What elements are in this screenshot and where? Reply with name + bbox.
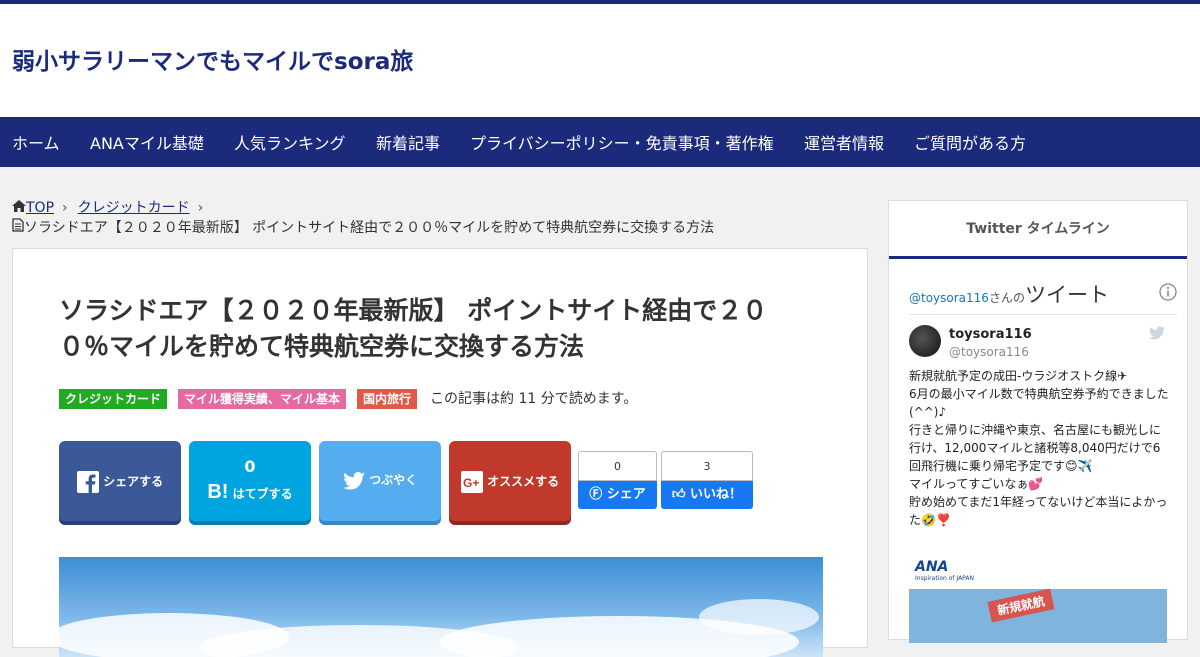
twitter-san-label: さんの — [988, 291, 1025, 305]
fb-like-widget[interactable]: 3 👍︎ いいね！ — [661, 451, 753, 509]
hatena-bookmark-button[interactable]: 0 B! はてブする — [189, 441, 311, 521]
twitter-label: つぶやく — [369, 473, 418, 487]
nav-new-articles[interactable]: 新着記事 — [376, 117, 440, 167]
tag-mile-results[interactable]: マイル獲得実績、マイル基本 — [178, 389, 347, 409]
twitter-tweet-button[interactable]: つぶやく — [319, 441, 441, 521]
breadcrumb-current: ソラシドエア【２０２０年最新版】 ポイントサイト経由で２００％マイルを貯めて特典… — [24, 220, 715, 236]
fb-like-label: いいね！ — [690, 487, 743, 502]
article-title-line-2: ０％マイルを貯めて特典航空券に交換する方法 — [59, 332, 585, 361]
facebook-share-button[interactable]: シェアする — [59, 441, 181, 521]
google-plus-button[interactable]: G+ オススメする — [449, 441, 571, 521]
facebook-icon — [76, 471, 99, 493]
read-time: この記事は約 11 分で読めます。 — [430, 391, 638, 407]
tweet-line: 行きと帰りに沖縄や東京、名古屋にも観光しに行け、12,000マイルと諸税等8,0… — [909, 423, 1162, 473]
twitter-bird-icon[interactable] — [1149, 325, 1165, 344]
tweet-line: 貯め始めてまだ1年経ってないけど本当によかった🤣❣️ — [909, 495, 1168, 527]
twitter-handle-link[interactable]: @toysora116 — [909, 291, 989, 305]
tweet-line: 6月の最小マイル数で特典航空券予約できました(^^)♪ — [909, 387, 1169, 419]
tweet-line: マイルってすごいなぁ💕 — [909, 477, 1044, 491]
new-route-badge: 新規就航 — [987, 588, 1055, 623]
ana-tagline: Inspiration of JAPAN — [915, 575, 975, 582]
ana-banner: 新規就航 — [909, 588, 1167, 643]
tweet-line: 新規就航予定の成田-ウラジオストク線✈ — [909, 369, 1128, 383]
tweet-body: 新規就航予定の成田-ウラジオストク線✈ 6月の最小マイル数で特典航空券予約できま… — [909, 367, 1171, 529]
breadcrumb-category-link[interactable]: クレジットカード — [78, 200, 190, 216]
facebook-share-label: シェアする — [103, 474, 164, 489]
chevron-right-icon: › — [62, 200, 68, 216]
fb-share-count: 0 — [578, 451, 657, 481]
avatar[interactable] — [909, 325, 941, 357]
google-plus-label: オススメする — [487, 474, 560, 489]
breadcrumb: TOP › クレジットカード › ソラシドエア【２０２０年最新版】 ポイントサイト経由… — [12, 198, 714, 238]
svg-text:G+: G+ — [463, 476, 479, 490]
fb-like-count: 3 — [661, 451, 753, 481]
tweet-author-handle[interactable]: @toysora116 — [949, 345, 1029, 359]
info-icon[interactable] — [1159, 283, 1177, 305]
sidebar-heading: Twitter タイムライン — [889, 201, 1187, 259]
nav-popular-ranking[interactable]: 人気ランキング — [234, 117, 346, 167]
document-icon — [12, 218, 24, 236]
thumbs-up-icon: 👍︎ — [671, 487, 686, 502]
article-title: ソラシドエア【２０２０年最新版】 ポイントサイト経由で２０ ０％マイルを貯めて特… — [59, 293, 819, 365]
chevron-right-icon: › — [197, 200, 204, 216]
twitter-tweets-label: ツイート — [1024, 283, 1109, 307]
twitter-timeline-header: @toysora116さんのツイート — [909, 279, 1177, 315]
twitter-icon — [343, 471, 365, 490]
tag-credit-card[interactable]: クレジットカード — [59, 389, 168, 409]
site-title[interactable]: 弱小サラリーマンでもマイルでsora旅 — [12, 42, 413, 76]
hatena-icon: B! — [207, 481, 229, 503]
hero-sky-image — [59, 557, 823, 657]
home-icon — [12, 200, 26, 216]
nav-operator-info[interactable]: 運営者情報 — [804, 117, 884, 167]
google-plus-icon: G+ — [460, 471, 483, 493]
hatena-count: 0 — [244, 457, 256, 476]
hatena-label: はてブする — [232, 487, 293, 501]
facebook-icon: Ⓕ — [589, 487, 603, 502]
article-title-line-1: ソラシドエア【２０２０年最新版】 ポイントサイト経由で２０ — [59, 296, 768, 325]
nav-ana-mile-basics[interactable]: ANAマイル基礎 — [90, 117, 204, 167]
fb-share-label: シェア — [606, 487, 646, 502]
fb-share-widget[interactable]: 0 Ⓕ シェア — [578, 451, 657, 509]
nav-questions[interactable]: ご質問がある方 — [914, 117, 1026, 167]
nav-home[interactable]: ホーム — [12, 117, 60, 167]
tweet-author-name[interactable]: toysora116 — [949, 327, 1032, 342]
article-meta: クレジットカード マイル獲得実績、マイル基本 国内旅行 この記事は約 11 分で読めま… — [59, 389, 637, 409]
ana-logo: ANA — [915, 559, 949, 575]
site-header: 弱小サラリーマンでもマイルでsora旅 — [0, 4, 1200, 117]
breadcrumb-top-link[interactable]: TOP — [26, 200, 54, 216]
sidebar-twitter-widget: Twitter タイムライン @toysora116さんのツイート toysor… — [888, 200, 1188, 643]
global-nav: ホーム ANAマイル基礎 人気ランキング 新着記事 プライバシーポリシー・免責事… — [0, 117, 1200, 167]
article-card: ソラシドエア【２０２０年最新版】 ポイントサイト経由で２０ ０％マイルを貯めて特… — [12, 248, 868, 657]
nav-privacy-policy[interactable]: プライバシーポリシー・免責事項・著作権 — [470, 117, 774, 167]
tag-domestic-travel[interactable]: 国内旅行 — [357, 389, 418, 409]
